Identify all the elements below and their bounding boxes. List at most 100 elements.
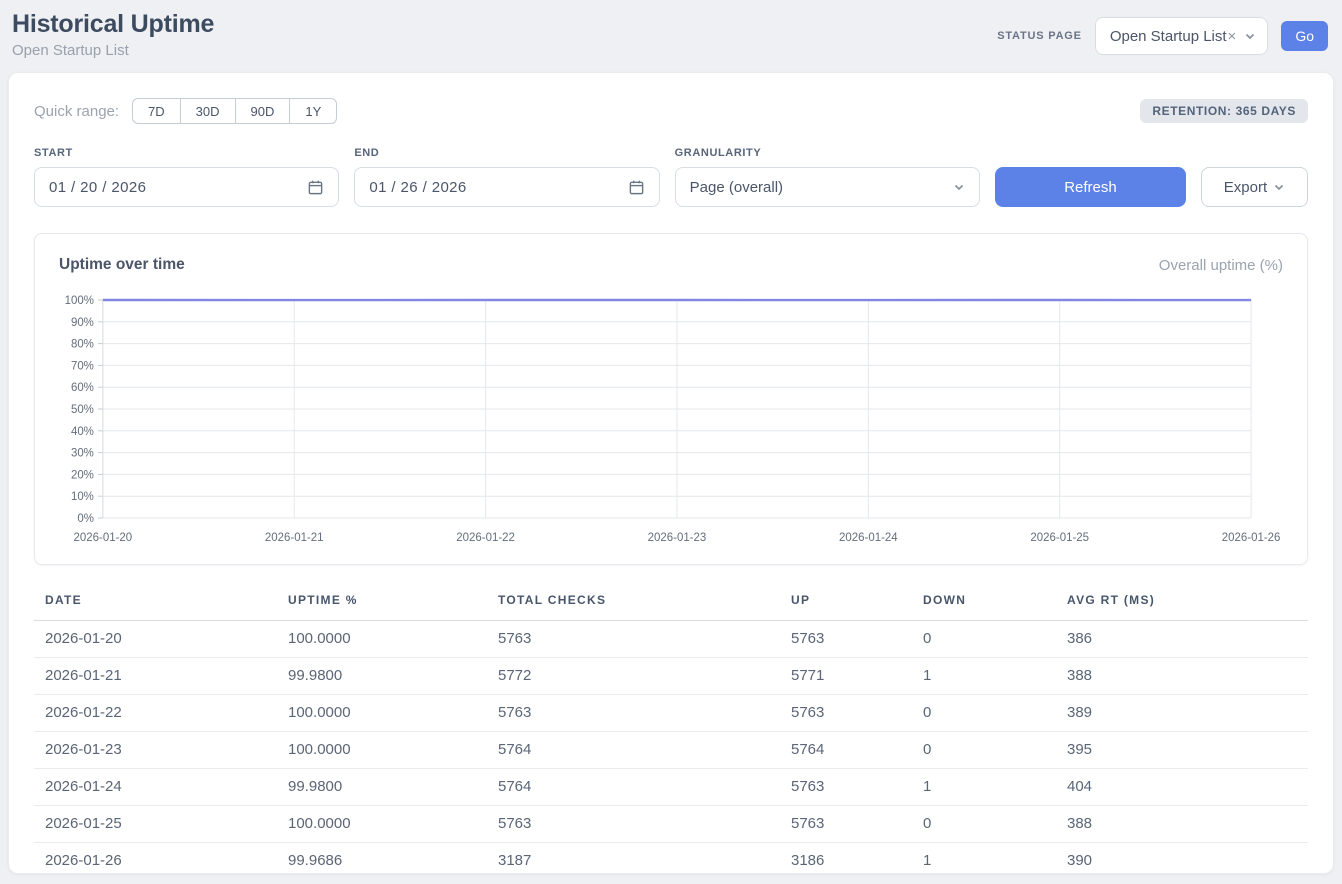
- table-cell: 2026-01-22: [34, 695, 277, 732]
- go-button[interactable]: Go: [1281, 21, 1328, 51]
- header-controls: STATUS PAGE Open Startup List × Go: [997, 17, 1328, 55]
- table-cell: 5764: [487, 769, 780, 806]
- column-header: UPTIME %: [277, 591, 487, 621]
- quick-range-7d[interactable]: 7D: [132, 98, 181, 124]
- column-header: DATE: [34, 591, 277, 621]
- quick-range-row: Quick range: 7D30D90D1Y RETENTION: 365 D…: [34, 98, 1308, 124]
- calendar-icon[interactable]: [628, 179, 645, 196]
- table-row: 2026-01-2499.9800576457631404: [34, 769, 1308, 806]
- end-date-value: 01 / 26 / 2026: [369, 179, 466, 196]
- table-cell: 5772: [487, 658, 780, 695]
- table-cell: 1: [912, 658, 1056, 695]
- status-page-select[interactable]: Open Startup List ×: [1095, 17, 1269, 55]
- uptime-chart-card: Uptime over time Overall uptime (%) 0% 10…: [34, 233, 1308, 565]
- svg-text:100%: 100%: [65, 295, 94, 307]
- start-date-input[interactable]: 01 / 20 / 2026: [34, 167, 339, 207]
- table-header-row: DATEUPTIME %TOTAL CHECKSUPDOWNAVG RT (MS…: [34, 591, 1308, 621]
- page-subtitle: Open Startup List: [12, 42, 214, 59]
- svg-text:2026-01-20: 2026-01-20: [74, 532, 133, 544]
- svg-text:2026-01-23: 2026-01-23: [648, 532, 707, 544]
- svg-text:90%: 90%: [71, 317, 94, 329]
- svg-text:20%: 20%: [71, 469, 94, 481]
- quick-range-1y[interactable]: 1Y: [289, 98, 337, 124]
- svg-text:10%: 10%: [71, 491, 94, 503]
- calendar-icon[interactable]: [307, 179, 324, 196]
- svg-text:2026-01-24: 2026-01-24: [839, 532, 898, 544]
- table-row: 2026-01-2199.9800577257711388: [34, 658, 1308, 695]
- column-header: AVG RT (MS): [1056, 591, 1308, 621]
- granularity-value: Page (overall): [690, 179, 783, 196]
- quick-range-90d[interactable]: 90D: [235, 98, 291, 124]
- table-cell: 2026-01-21: [34, 658, 277, 695]
- table-cell: 1: [912, 769, 1056, 806]
- table-cell: 2026-01-20: [34, 621, 277, 658]
- chevron-down-icon: [1273, 181, 1285, 193]
- table-cell: 0: [912, 806, 1056, 843]
- table-cell: 100.0000: [277, 621, 487, 658]
- svg-text:0%: 0%: [77, 513, 94, 525]
- table-cell: 388: [1056, 658, 1308, 695]
- svg-text:80%: 80%: [71, 339, 94, 351]
- table-cell: 5763: [780, 806, 912, 843]
- table-cell: 100.0000: [277, 695, 487, 732]
- table-cell: 395: [1056, 732, 1308, 769]
- export-button[interactable]: Export: [1201, 167, 1308, 207]
- uptime-chart-svg: 0% 10% 20% 30% 40% 50% 60% 70% 80% 90% 100% 2026-01…: [59, 290, 1283, 554]
- table-cell: 389: [1056, 695, 1308, 732]
- uptime-table-body: 2026-01-20100.00005763576303862026-01-21…: [34, 621, 1308, 875]
- page-header: Historical Uptime Open Startup List STAT…: [0, 0, 1342, 72]
- main-panel: Quick range: 7D30D90D1Y RETENTION: 365 D…: [8, 72, 1334, 874]
- table-row: 2026-01-20100.0000576357630386: [34, 621, 1308, 658]
- table-cell: 2026-01-25: [34, 806, 277, 843]
- table-cell: 388: [1056, 806, 1308, 843]
- table-cell: 0: [912, 732, 1056, 769]
- table-cell: 5763: [780, 769, 912, 806]
- start-date-label: START: [34, 147, 339, 159]
- refresh-button[interactable]: Refresh: [995, 167, 1186, 207]
- uptime-table: DATEUPTIME %TOTAL CHECKSUPDOWNAVG RT (MS…: [34, 591, 1308, 874]
- svg-text:30%: 30%: [71, 448, 94, 460]
- clear-icon[interactable]: ×: [1228, 28, 1237, 45]
- start-date-field: START 01 / 20 / 2026: [34, 147, 339, 207]
- svg-text:70%: 70%: [71, 360, 94, 372]
- table-cell: 386: [1056, 621, 1308, 658]
- chart-title: Uptime over time: [59, 256, 185, 274]
- quick-range-label: Quick range:: [34, 103, 119, 120]
- column-header: UP: [780, 591, 912, 621]
- table-cell: 5764: [487, 732, 780, 769]
- quick-range-30d[interactable]: 30D: [180, 98, 236, 124]
- svg-text:60%: 60%: [71, 382, 94, 394]
- table-row: 2026-01-25100.0000576357630388: [34, 806, 1308, 843]
- svg-text:40%: 40%: [71, 426, 94, 438]
- chart-header: Uptime over time Overall uptime (%): [59, 256, 1283, 274]
- granularity-label: GRANULARITY: [675, 147, 980, 159]
- table-cell: 99.9686: [277, 843, 487, 875]
- table-cell: 1: [912, 843, 1056, 875]
- svg-text:2026-01-25: 2026-01-25: [1030, 532, 1089, 544]
- filters-row: START 01 / 20 / 2026 END 01 / 26 / 2026 …: [34, 147, 1308, 207]
- chevron-down-icon: [953, 181, 965, 193]
- status-page-value: Open Startup List: [1110, 28, 1227, 45]
- end-date-input[interactable]: 01 / 26 / 2026: [354, 167, 659, 207]
- table-cell: 99.9800: [277, 658, 487, 695]
- page-title: Historical Uptime: [12, 10, 214, 39]
- table-cell: 5763: [487, 806, 780, 843]
- column-header: TOTAL CHECKS: [487, 591, 780, 621]
- table-cell: 5763: [780, 695, 912, 732]
- table-row: 2026-01-2699.9686318731861390: [34, 843, 1308, 875]
- table-cell: 5763: [487, 621, 780, 658]
- table-cell: 5763: [780, 621, 912, 658]
- table-cell: 390: [1056, 843, 1308, 875]
- table-cell: 5763: [487, 695, 780, 732]
- table-cell: 3186: [780, 843, 912, 875]
- granularity-select[interactable]: Page (overall): [675, 167, 980, 207]
- table-cell: 100.0000: [277, 732, 487, 769]
- uptime-table-wrap: DATEUPTIME %TOTAL CHECKSUPDOWNAVG RT (MS…: [34, 591, 1308, 874]
- table-cell: 2026-01-23: [34, 732, 277, 769]
- table-cell: 404: [1056, 769, 1308, 806]
- svg-text:2026-01-22: 2026-01-22: [456, 532, 515, 544]
- svg-text:50%: 50%: [71, 404, 94, 416]
- svg-text:2026-01-21: 2026-01-21: [265, 532, 324, 544]
- chart-legend-label: Overall uptime (%): [1159, 257, 1283, 274]
- chevron-down-icon: [1244, 30, 1256, 42]
